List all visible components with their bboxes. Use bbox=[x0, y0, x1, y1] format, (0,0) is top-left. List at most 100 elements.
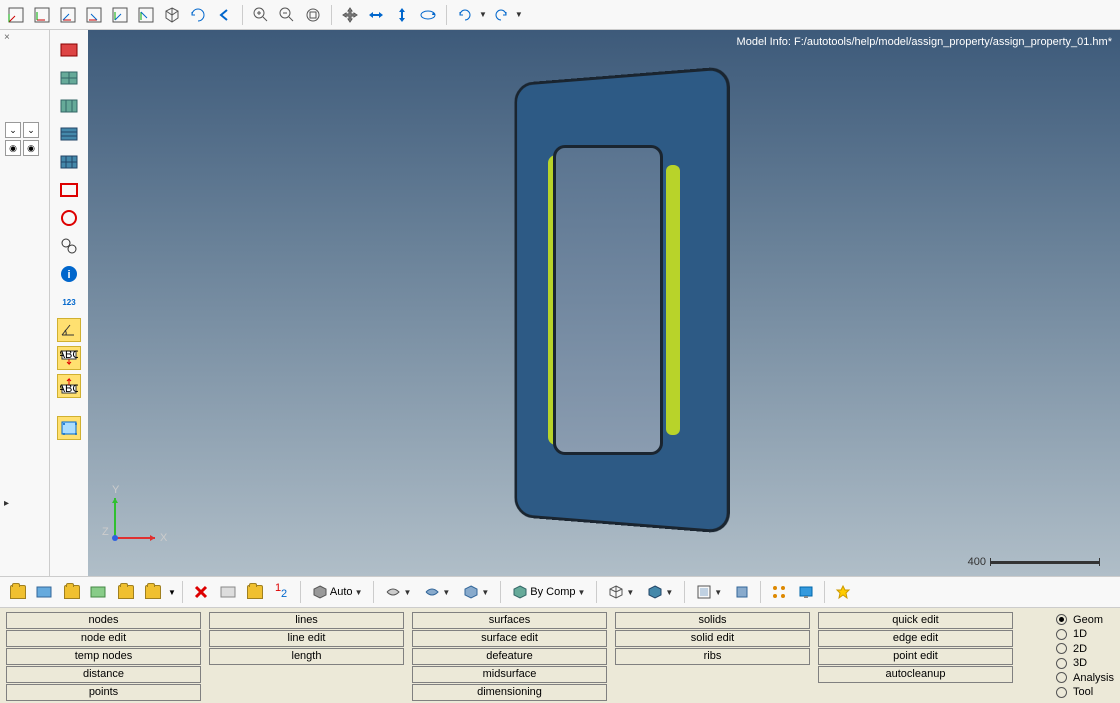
zoom-in-icon[interactable] bbox=[249, 3, 273, 27]
panel-solids[interactable]: solids bbox=[615, 612, 810, 629]
pan-icon[interactable] bbox=[338, 3, 362, 27]
grid3-icon[interactable] bbox=[57, 122, 81, 146]
assy-icon[interactable] bbox=[60, 580, 84, 604]
circle-icon[interactable] bbox=[57, 206, 81, 230]
panel-lines[interactable]: lines bbox=[209, 612, 404, 629]
set-icon[interactable] bbox=[141, 580, 165, 604]
collection-icon[interactable] bbox=[6, 580, 30, 604]
delete-icon[interactable] bbox=[189, 580, 213, 604]
panel-defeature[interactable]: defeature bbox=[412, 648, 607, 665]
radio-geom[interactable]: Geom bbox=[1056, 613, 1114, 627]
geom-shade-dropdown[interactable]: ▼ bbox=[380, 582, 416, 602]
collapse-arrow-icon[interactable]: ▸ bbox=[4, 498, 9, 509]
arrow-left-right-icon[interactable] bbox=[364, 3, 388, 27]
display-nodes-icon[interactable] bbox=[767, 580, 791, 604]
view-xy-top-icon[interactable] bbox=[4, 3, 28, 27]
organize-icon[interactable] bbox=[243, 580, 267, 604]
arrow-up-down-icon[interactable] bbox=[390, 3, 414, 27]
renumber-icon[interactable]: 12 bbox=[270, 580, 294, 604]
zoom-out-icon[interactable] bbox=[275, 3, 299, 27]
side-toolbar: i 123 ABC ABC bbox=[50, 30, 88, 576]
grid2-icon[interactable] bbox=[57, 94, 81, 118]
top-toolbar: ▼ ▼ bbox=[0, 0, 1120, 30]
radio-tool[interactable]: Tool bbox=[1056, 686, 1114, 700]
view-yz-rear-icon[interactable] bbox=[134, 3, 158, 27]
svg-text:Z: Z bbox=[102, 526, 109, 538]
elem-shade-dropdown[interactable]: ▼ bbox=[458, 582, 494, 602]
wire-cube-dropdown[interactable]: ▼ bbox=[603, 582, 639, 602]
info-icon[interactable]: i bbox=[57, 262, 81, 286]
model-info-text: Model Info: F:/autotools/help/model/assi… bbox=[737, 36, 1112, 48]
radio-2d[interactable]: 2D bbox=[1056, 642, 1114, 656]
dropdown-2-icon[interactable]: ⌄ bbox=[23, 122, 39, 138]
panel-line-edit[interactable]: line edit bbox=[209, 630, 404, 647]
panel-solid-edit[interactable]: solid edit bbox=[615, 630, 810, 647]
panel-quick-edit[interactable]: quick edit bbox=[818, 612, 1013, 629]
panel-edge-edit[interactable]: edge edit bbox=[818, 630, 1013, 647]
label-down-icon[interactable]: ABC bbox=[57, 346, 81, 370]
radio-3d[interactable]: 3D bbox=[1056, 657, 1114, 671]
maskred-icon[interactable] bbox=[57, 178, 81, 202]
fit-icon[interactable] bbox=[301, 3, 325, 27]
grid1-icon[interactable] bbox=[57, 66, 81, 90]
radio-1d[interactable]: 1D bbox=[1056, 628, 1114, 642]
panel-temp-nodes[interactable]: temp nodes bbox=[6, 648, 201, 665]
view-xz-left-icon[interactable] bbox=[56, 3, 80, 27]
panel-surface-edit[interactable]: surface edit bbox=[412, 630, 607, 647]
mat-icon[interactable] bbox=[87, 580, 111, 604]
find-icon[interactable] bbox=[57, 234, 81, 258]
shading-auto-dropdown[interactable]: Auto ▼ bbox=[307, 582, 368, 602]
mesh-shade-dropdown[interactable]: ▼ bbox=[419, 582, 455, 602]
panel-distance[interactable]: distance bbox=[6, 666, 201, 683]
numbers-icon[interactable]: 123 bbox=[57, 290, 81, 314]
favorite-icon[interactable] bbox=[831, 580, 855, 604]
view-xy-bottom-icon[interactable] bbox=[30, 3, 54, 27]
mid-toolbar: ▼ 12 Auto ▼ ▼ ▼ ▼ By Comp ▼ ▼ ▼ ▼ bbox=[0, 576, 1120, 608]
panel-point-edit[interactable]: point edit bbox=[818, 648, 1013, 665]
panel-nodes[interactable]: nodes bbox=[6, 612, 201, 629]
card-icon[interactable] bbox=[216, 580, 240, 604]
view-prev-icon[interactable] bbox=[212, 3, 236, 27]
panel-surfaces[interactable]: surfaces bbox=[412, 612, 607, 629]
eye2-icon[interactable]: ◉ bbox=[23, 140, 39, 156]
scale-bar: 400 bbox=[968, 556, 1100, 568]
transparency-dropdown[interactable]: ▼ bbox=[691, 582, 727, 602]
view-reverse-icon[interactable] bbox=[186, 3, 210, 27]
close-panel-icon[interactable]: × bbox=[4, 32, 10, 43]
grid4-icon[interactable] bbox=[57, 150, 81, 174]
panel-length[interactable]: length bbox=[209, 648, 404, 665]
svg-text:Y: Y bbox=[112, 484, 120, 496]
window-icon[interactable] bbox=[57, 416, 81, 440]
comp-icon[interactable] bbox=[33, 580, 57, 604]
eye-icon[interactable]: ◉ bbox=[5, 140, 21, 156]
spin-ccw-icon[interactable] bbox=[453, 3, 477, 27]
panel-midsurface[interactable]: midsurface bbox=[412, 666, 607, 683]
solid-cube-dropdown[interactable]: ▼ bbox=[642, 582, 678, 602]
rotate-icon[interactable] bbox=[416, 3, 440, 27]
svg-text:i: i bbox=[67, 269, 70, 281]
dropdown-1-icon[interactable]: ⌄ bbox=[5, 122, 21, 138]
panel-dimensioning[interactable]: dimensioning bbox=[412, 684, 607, 701]
spin-cw-icon[interactable] bbox=[489, 3, 513, 27]
shrink-icon[interactable] bbox=[730, 580, 754, 604]
screen-icon[interactable] bbox=[794, 580, 818, 604]
axis-triad-icon: X Y Z bbox=[100, 483, 170, 556]
view-iso-icon[interactable] bbox=[160, 3, 184, 27]
view-yz-front-icon[interactable] bbox=[108, 3, 132, 27]
left-panel: × ⌄⌄ ◉◉ ▸ bbox=[0, 30, 50, 576]
view-xz-right-icon[interactable] bbox=[82, 3, 106, 27]
panel-node-edit[interactable]: node edit bbox=[6, 630, 201, 647]
mask-icon[interactable] bbox=[57, 38, 81, 62]
model-geometry bbox=[508, 75, 728, 525]
panel-autocleanup[interactable]: autocleanup bbox=[818, 666, 1013, 683]
label-up-icon[interactable]: ABC bbox=[57, 374, 81, 398]
svg-text:2: 2 bbox=[281, 588, 287, 600]
panel-points[interactable]: points bbox=[6, 684, 201, 701]
prop-icon[interactable] bbox=[114, 580, 138, 604]
viewport-3d[interactable]: Model Info: F:/autotools/help/model/assi… bbox=[88, 30, 1120, 576]
panel-ribs[interactable]: ribs bbox=[615, 648, 810, 665]
radio-analysis[interactable]: Analysis bbox=[1056, 671, 1114, 685]
measure-angle-icon[interactable] bbox=[57, 318, 81, 342]
svg-text:X: X bbox=[160, 532, 168, 544]
bycomp-dropdown[interactable]: By Comp ▼ bbox=[507, 582, 590, 602]
